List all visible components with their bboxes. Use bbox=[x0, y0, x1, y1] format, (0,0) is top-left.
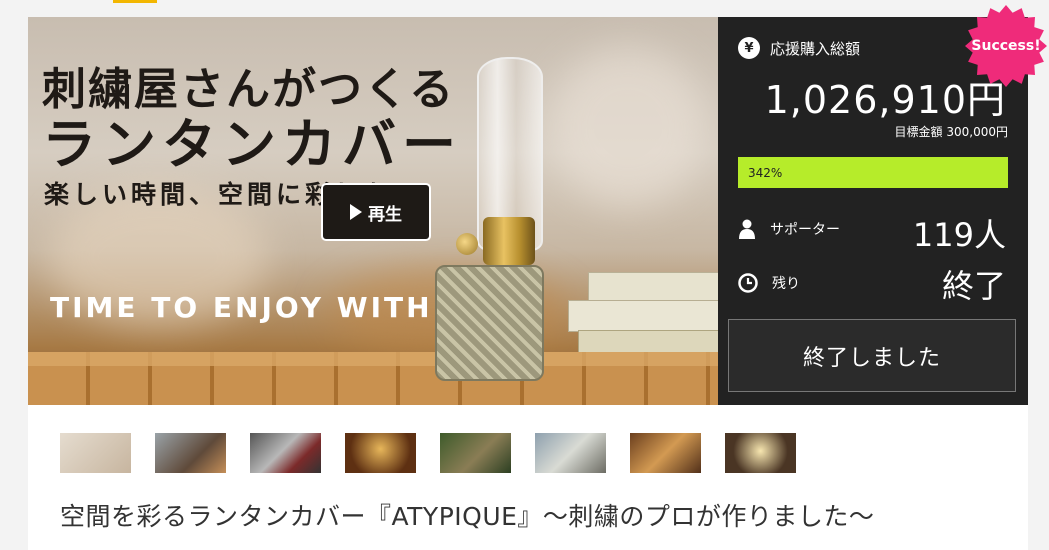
thumbnail[interactable] bbox=[155, 433, 226, 473]
thumbnail[interactable] bbox=[345, 433, 416, 473]
play-icon bbox=[350, 204, 362, 220]
lantern-cover bbox=[435, 265, 544, 381]
bokeh-light bbox=[548, 47, 708, 207]
wooden-table bbox=[28, 352, 718, 405]
play-button[interactable]: 再生 bbox=[321, 183, 431, 241]
thumbnail[interactable] bbox=[250, 433, 321, 473]
hero-title: 刺繍屋さんがつくる ランタンカバー bbox=[42, 63, 462, 171]
progress-bar: 342% bbox=[738, 157, 1008, 188]
thumbnail[interactable] bbox=[60, 433, 131, 473]
progress-fill: 342% bbox=[738, 157, 1008, 188]
hero-video[interactable]: 刺繍屋さんがつくる ランタンカバー 楽しい時間、空間に彩りを 再生 TIME T… bbox=[28, 17, 718, 405]
hero-title-line1: 刺繍屋さんがつくる bbox=[42, 64, 456, 115]
yen-icon: ¥ bbox=[738, 37, 760, 59]
target-amount: 目標金額 300,000円 bbox=[894, 125, 1008, 139]
product-title: 空間を彩るランタンカバー『ATYPIQUE』〜刺繍のプロが作りました〜 bbox=[60, 502, 875, 531]
person-icon bbox=[739, 219, 755, 239]
thumbnail[interactable] bbox=[725, 433, 796, 473]
progress-text: 342% bbox=[748, 165, 783, 180]
thumbnail[interactable] bbox=[630, 433, 701, 473]
thumbnail[interactable] bbox=[535, 433, 606, 473]
remaining-label: 残り bbox=[772, 276, 800, 292]
hero-title-line2: ランタンカバー bbox=[42, 112, 462, 176]
hero-tagline: TIME TO ENJOY WITH bbox=[50, 291, 433, 324]
lantern-brass bbox=[483, 217, 535, 265]
remaining-value: 終了 bbox=[941, 267, 1006, 305]
clock-icon bbox=[738, 273, 758, 293]
success-label: Success! bbox=[971, 38, 1041, 54]
top-accent-bar bbox=[113, 0, 157, 3]
play-label: 再生 bbox=[368, 204, 402, 225]
funds-label-row: ¥ 応援購入総額 bbox=[738, 37, 860, 59]
thumbnail[interactable] bbox=[440, 433, 511, 473]
supporters-label: サポーター bbox=[770, 222, 840, 238]
supporters-count: 119人 bbox=[912, 216, 1006, 254]
ended-button[interactable]: 終了しました bbox=[728, 319, 1016, 392]
funds-label: 応援購入総額 bbox=[770, 39, 861, 58]
lower-section: 空間を彩るランタンカバー『ATYPIQUE』〜刺繍のプロが作りました〜 bbox=[28, 405, 1028, 550]
lantern-knob bbox=[456, 233, 478, 255]
success-badge: Success! bbox=[964, 4, 1048, 88]
thumbnail-strip bbox=[60, 433, 796, 473]
book-stack bbox=[568, 272, 718, 364]
remaining-row: 残り bbox=[738, 273, 800, 293]
supporters-row: サポーター bbox=[738, 219, 840, 239]
